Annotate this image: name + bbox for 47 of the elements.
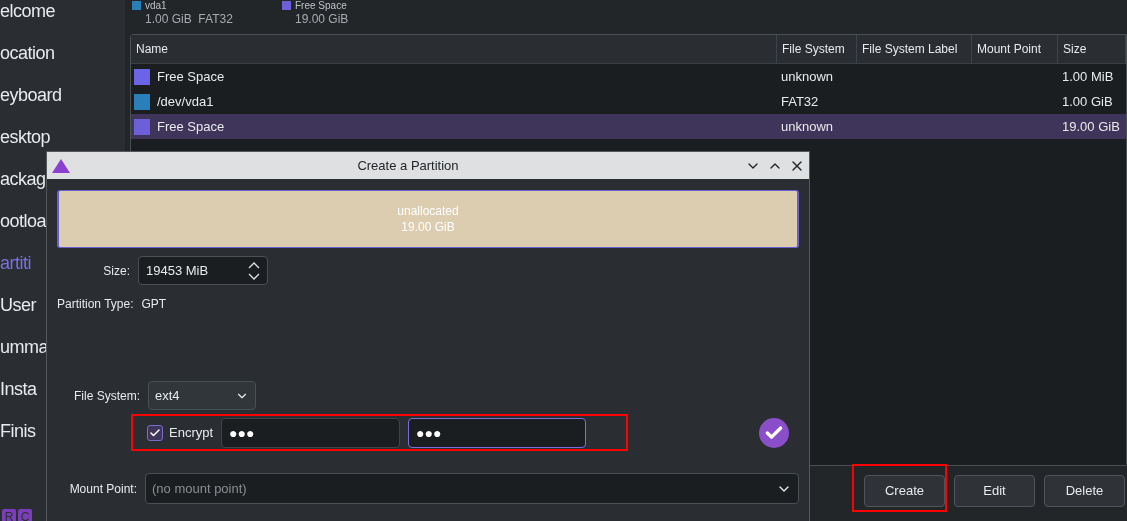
table-cell: 19.00 GiB xyxy=(1062,118,1120,134)
table-cell: FAT32 xyxy=(781,93,819,109)
field-label: Partition Type: xyxy=(57,296,134,313)
table-cell: unknown xyxy=(781,118,834,134)
table-cell: 1.00 MiB xyxy=(1062,68,1114,84)
mount-point-dropdown[interactable]: (no mount point) xyxy=(145,473,799,504)
action-button[interactable]: Edit xyxy=(954,475,1035,507)
field-label: Mount Point: xyxy=(68,480,138,498)
legend-label: Free Space xyxy=(295,0,347,11)
legend-detail: 19.00 GiB xyxy=(295,11,349,27)
legend-label: vda1 xyxy=(145,0,167,11)
app-logo-icon xyxy=(51,157,71,174)
bar-size: 19.00 GiB xyxy=(401,219,455,235)
table-row[interactable]: Free Space unknown 19.00 GiB xyxy=(131,114,1126,139)
column-header[interactable]: File System xyxy=(777,35,857,63)
column-header[interactable]: Mount Point xyxy=(972,35,1058,63)
table-row[interactable]: Free Space unknown 1.00 MiB xyxy=(131,64,1126,89)
bar-label: unallocated xyxy=(397,203,459,219)
sidebar-item[interactable]: ocation xyxy=(0,32,125,74)
action-button[interactable]: Create xyxy=(864,475,945,507)
sidebar-item[interactable]: elcome xyxy=(0,0,125,32)
legend-detail: 1.00 GiB FAT32 xyxy=(145,11,233,27)
passphrase-field[interactable]: ●●● xyxy=(221,417,401,448)
table-row[interactable]: /dev/vda1 FAT32 1.00 GiB xyxy=(131,89,1126,114)
file-system-dropdown[interactable]: ext4 xyxy=(148,381,256,410)
column-header[interactable]: Name xyxy=(131,35,777,63)
table-cell-text: Free Space xyxy=(157,117,225,136)
action-button[interactable]: Delete xyxy=(1044,475,1125,507)
spin-arrows-icon[interactable] xyxy=(248,260,260,281)
window-title: Create a Partition xyxy=(356,156,460,175)
field-label: File System: xyxy=(73,387,141,405)
table-cell: 1.00 GiB xyxy=(1062,93,1113,109)
column-header[interactable]: File System Label xyxy=(857,35,972,63)
checkbox-label: Encrypt xyxy=(169,423,214,442)
table-cell-text: /dev/vda1 xyxy=(157,92,214,111)
logo-letter: R xyxy=(2,509,16,521)
table-cell: unknown xyxy=(781,68,834,84)
table-cell-text: Free Space xyxy=(157,67,225,86)
checkmark-icon xyxy=(149,426,161,439)
field-label: Size: xyxy=(102,262,131,280)
logo-letter: C xyxy=(18,509,32,521)
column-header[interactable]: Size xyxy=(1058,35,1126,63)
partition-type-value: GPT xyxy=(141,296,167,313)
sidebar-item[interactable]: eyboard xyxy=(0,74,125,116)
confirm-passphrase-field[interactable]: ●●● xyxy=(408,417,587,448)
size-spinbox[interactable]: 19453 MiB xyxy=(138,256,268,285)
encrypt-checkbox[interactable] xyxy=(147,424,163,441)
